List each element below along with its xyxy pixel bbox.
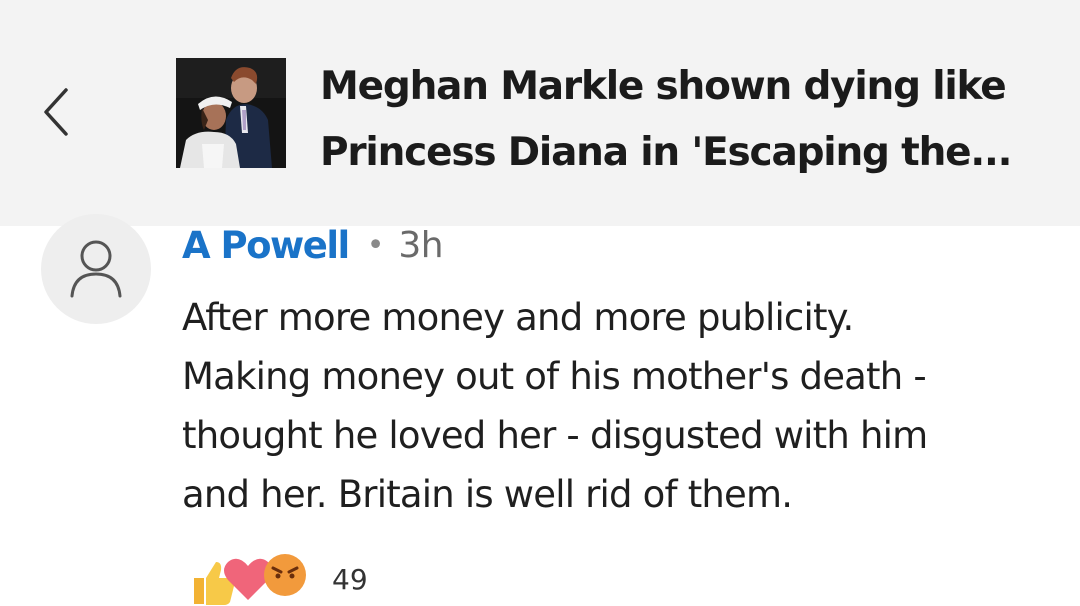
comment-text: After more money and more publicity. Mak… (182, 296, 928, 516)
reaction-count: 49 (332, 562, 368, 596)
comment-meta: A Powell • 3h (182, 218, 444, 272)
comment-timestamp: 3h (398, 224, 444, 266)
angry-face-icon (264, 554, 306, 596)
article-header: Meghan Markle shown dying like Princess … (0, 0, 1080, 226)
article-title[interactable]: Meghan Markle shown dying like Princess … (320, 54, 1040, 186)
reaction-icons (186, 550, 316, 605)
reactions-summary[interactable]: 49 (186, 550, 368, 605)
article-thumbnail-image (176, 58, 286, 168)
separator-dot: • (366, 227, 385, 263)
back-button[interactable] (30, 80, 86, 144)
avatar[interactable] (41, 214, 151, 324)
article-thumbnail[interactable] (176, 58, 286, 168)
comment-author[interactable]: A Powell (182, 224, 350, 267)
chevron-left-icon (44, 88, 68, 136)
person-icon (70, 240, 122, 298)
